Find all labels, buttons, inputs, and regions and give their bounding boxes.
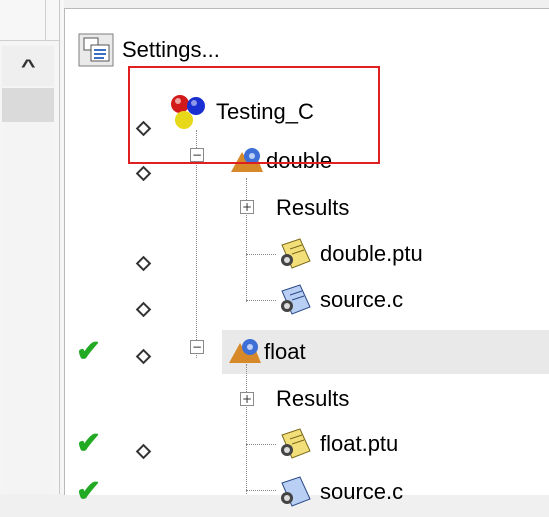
expand-icon[interactable]: +: [240, 392, 254, 406]
scroll-up-button[interactable]: ^: [2, 46, 54, 86]
tree-item-source-c[interactable]: source.c: [276, 472, 403, 512]
collapse-icon[interactable]: −: [190, 340, 204, 354]
divider: [45, 0, 46, 40]
divider: [0, 40, 59, 41]
ptu-file-icon: [276, 425, 316, 463]
tree-item-label: source.c: [320, 287, 404, 312]
gutter-header: [0, 0, 64, 40]
scroll-track[interactable]: [2, 86, 54, 494]
tree-item-label: Results: [276, 386, 350, 411]
tree-item-results[interactable]: Results: [276, 190, 349, 226]
ptu-file-icon: [276, 235, 316, 273]
tree-item-label: source.c: [320, 479, 404, 504]
tree-item-results[interactable]: Results: [276, 381, 349, 417]
check-icon: ✔: [76, 475, 102, 508]
tree-item-label: double.ptu: [320, 241, 423, 266]
c-file-icon: [276, 281, 316, 319]
tree-item-float[interactable]: float: [226, 332, 306, 372]
expand-icon[interactable]: +: [240, 200, 254, 214]
settings-icon: [78, 33, 114, 67]
tree-connector: [246, 254, 276, 255]
settings-button[interactable]: Settings...: [78, 30, 220, 70]
annotation-highlight-box: [128, 66, 380, 164]
tree-item-label: Results: [276, 195, 350, 220]
check-icon: ✔: [76, 335, 102, 368]
tree-connector: [246, 300, 276, 301]
tree-item-double-ptu[interactable]: double.ptu: [276, 234, 423, 274]
tree-connector: [246, 444, 276, 445]
chevron-up-icon: ^: [20, 55, 36, 76]
check-icon: ✔: [76, 427, 102, 460]
tree-item-label: float: [264, 339, 306, 364]
scroll-thumb[interactable]: [2, 88, 54, 122]
settings-label: Settings...: [122, 37, 220, 62]
tree-connector: [246, 178, 247, 302]
tree-connector: [246, 490, 276, 491]
testnode-icon: [226, 335, 264, 369]
tree-connector: [246, 364, 247, 494]
tree-item-label: float.ptu: [320, 431, 399, 456]
tree-item-source-c[interactable]: source.c: [276, 280, 403, 320]
divider: [59, 0, 60, 494]
tree-item-float-ptu[interactable]: float.ptu: [276, 424, 398, 464]
c-file-icon: [276, 473, 316, 511]
tree-connector: [196, 130, 197, 358]
